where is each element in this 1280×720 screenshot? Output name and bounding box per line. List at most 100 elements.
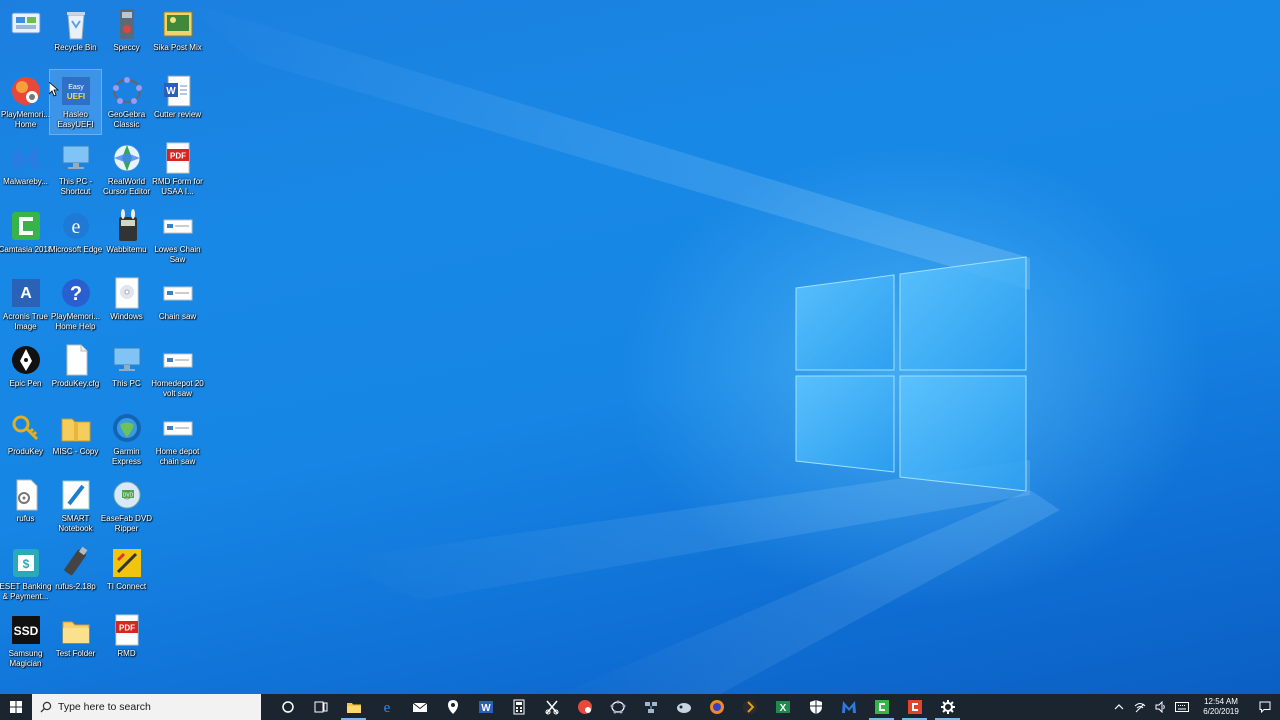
action-center-button[interactable]	[1250, 694, 1280, 720]
taskbar-search-box[interactable]: Type here to search	[32, 694, 261, 720]
desktop-icon[interactable]	[0, 3, 51, 67]
web-shortcut-icon	[161, 411, 195, 445]
taskbar-button-network-app[interactable]	[634, 694, 667, 720]
desktop-icon-label: Camtasia 2018	[0, 245, 53, 254]
desktop-icon-label: Chain saw	[158, 312, 197, 321]
taskbar-button-settings[interactable]	[931, 694, 964, 720]
desktop-icon[interactable]: TI Connect	[101, 542, 152, 606]
taskbar-clock[interactable]: 12:54 AM 6/20/2019	[1196, 697, 1246, 717]
desktop-icon[interactable]: $ ESET Banking & Payment...	[0, 542, 51, 606]
desktop-icon[interactable]: GeoGebra Classic	[101, 70, 152, 134]
taskbar-button-file-explorer[interactable]	[337, 694, 370, 720]
taskbar-button-camtasia-recorder[interactable]	[898, 694, 931, 720]
speccy-icon	[110, 7, 144, 41]
desktop-icon[interactable]: PDF RMD	[101, 609, 152, 673]
taskbar-button-task-view[interactable]	[304, 694, 337, 720]
pdf-file-icon: PDF	[110, 613, 144, 647]
desktop-icon-label: Garmin Express	[112, 447, 141, 466]
eset-icon: $	[9, 546, 43, 580]
desktop-icon[interactable]: Malwareby...	[0, 137, 51, 201]
desktop-icon[interactable]: Camtasia 2018	[0, 205, 53, 269]
settings-icon	[940, 700, 955, 714]
taskbar-button-maps[interactable]	[436, 694, 469, 720]
taskbar-button-geogebra[interactable]	[601, 694, 634, 720]
smart-notebook-icon	[59, 478, 93, 512]
wifi-icon	[1134, 703, 1145, 713]
show-hidden-icons-button[interactable]	[1108, 694, 1129, 720]
maps-icon	[447, 700, 458, 714]
desktop-icon[interactable]: Recycle Bin	[50, 3, 101, 67]
desktop-icon[interactable]: DVD EaseFab DVD Ripper	[101, 474, 152, 538]
desktop-icon[interactable]: Homedepot 20 volt saw	[151, 339, 204, 403]
desktop-icon-label: Lowes Chain Saw	[154, 245, 201, 264]
taskbar-button-calculator[interactable]	[502, 694, 535, 720]
desktop-icon[interactable]: ? PlayMemori... Home Help	[50, 272, 101, 336]
taskbar-button-mail[interactable]	[403, 694, 436, 720]
desktop-icon[interactable]: Garmin Express	[101, 407, 152, 471]
desktop-icon-label: SMART Notebook	[58, 514, 93, 533]
desktop-icon-grid: Recycle Bin Speccy Sika Post Mix PlayMemori…	[0, 0, 210, 694]
desktop-icon-label: EaseFab DVD Ripper	[100, 514, 153, 533]
folder-icon	[59, 613, 93, 647]
taskbar-button-plex[interactable]	[733, 694, 766, 720]
volume-button[interactable]	[1150, 694, 1171, 720]
epic-pen-icon	[9, 343, 43, 377]
desktop-icon[interactable]: rufus-2.18p	[50, 542, 101, 606]
desktop-icon[interactable]: rufus	[0, 474, 51, 538]
desktop-icon[interactable]: Test Folder	[50, 609, 101, 673]
plex-icon	[742, 700, 757, 714]
web-shortcut-icon	[161, 276, 195, 310]
desktop-icon[interactable]: A Acronis True Image	[0, 272, 51, 336]
desktop-icon[interactable]: Windows	[101, 272, 152, 336]
desktop-icon[interactable]: Easy UEFI Hasleo EasyUEFI	[49, 69, 102, 135]
network-button[interactable]	[1129, 694, 1150, 720]
desktop-icon[interactable]: SSD Samsung Magician	[0, 609, 51, 673]
garmin-icon	[110, 411, 144, 445]
snipping-tool-icon	[545, 700, 558, 715]
touch-keyboard-button[interactable]	[1171, 694, 1192, 720]
taskbar-button-malwarebytes[interactable]	[832, 694, 865, 720]
taskbar-button-playmemories[interactable]	[568, 694, 601, 720]
desktop-icon[interactable]: SMART Notebook	[50, 474, 101, 538]
desktop-icon[interactable]: PDF RMD Form for USAA I...	[152, 137, 203, 201]
desktop-icon[interactable]: This PC	[101, 339, 152, 403]
easyuefi-icon: Easy UEFI	[59, 74, 93, 108]
desktop-icon-label: PlayMemori... Home	[1, 110, 50, 129]
taskbar-pinned-apps: eWX	[271, 694, 964, 720]
desktop-icon[interactable]: RealWorld Cursor Editor	[101, 137, 152, 201]
desktop-icon[interactable]: This PC - Shortcut	[50, 137, 101, 201]
desktop-icon-label: TI Connect	[106, 582, 147, 591]
excel-icon: X	[775, 701, 790, 714]
desktop-icon[interactable]: Home depot chain saw	[152, 407, 203, 471]
start-button[interactable]	[0, 694, 32, 720]
desktop-icon-label: Acronis True Image	[3, 312, 48, 331]
taskbar-button-snipping-tool[interactable]	[535, 694, 568, 720]
desktop-icon[interactable]: Epic Pen	[0, 339, 51, 403]
desktop-icon-label: MISC - Copy	[52, 447, 99, 456]
taskbar-button-cortana[interactable]	[271, 694, 304, 720]
geogebra-icon	[110, 74, 144, 108]
firefox-icon	[709, 700, 724, 714]
svg-text:$: $	[22, 557, 29, 571]
desktop-icon[interactable]: W Cutter review	[152, 70, 203, 134]
taskbar-button-speccy[interactable]	[667, 694, 700, 720]
taskbar-button-firefox[interactable]	[700, 694, 733, 720]
taskbar-button-excel[interactable]: X	[766, 694, 799, 720]
desktop-icon[interactable]: MISC - Copy	[50, 407, 101, 471]
desktop-icon[interactable]: Sika Post Mix	[152, 3, 203, 67]
system-tray: 12:54 AM 6/20/2019	[1108, 694, 1280, 720]
desktop-icon[interactable]: Chain saw	[152, 272, 203, 336]
taskbar-button-camtasia[interactable]	[865, 694, 898, 720]
desktop-icon[interactable]: Speccy	[101, 3, 152, 67]
desktop-icon[interactable]: Lowes Chain Saw	[152, 205, 203, 269]
desktop-icon[interactable]: Wabbitemu	[101, 205, 152, 269]
svg-text:X: X	[779, 703, 786, 714]
desktop-icon[interactable]: PlayMemori... Home	[0, 70, 51, 134]
desktop-icon[interactable]: ProduKey	[0, 407, 51, 471]
desktop-icon[interactable]: ProduKey.cfg	[50, 339, 101, 403]
desktop-icon[interactable]: e Microsoft Edge	[49, 205, 102, 269]
taskbar-button-edge[interactable]: e	[370, 694, 403, 720]
taskbar-button-word[interactable]: W	[469, 694, 502, 720]
taskbar-button-defender[interactable]	[799, 694, 832, 720]
web-shortcut-icon	[161, 209, 195, 243]
